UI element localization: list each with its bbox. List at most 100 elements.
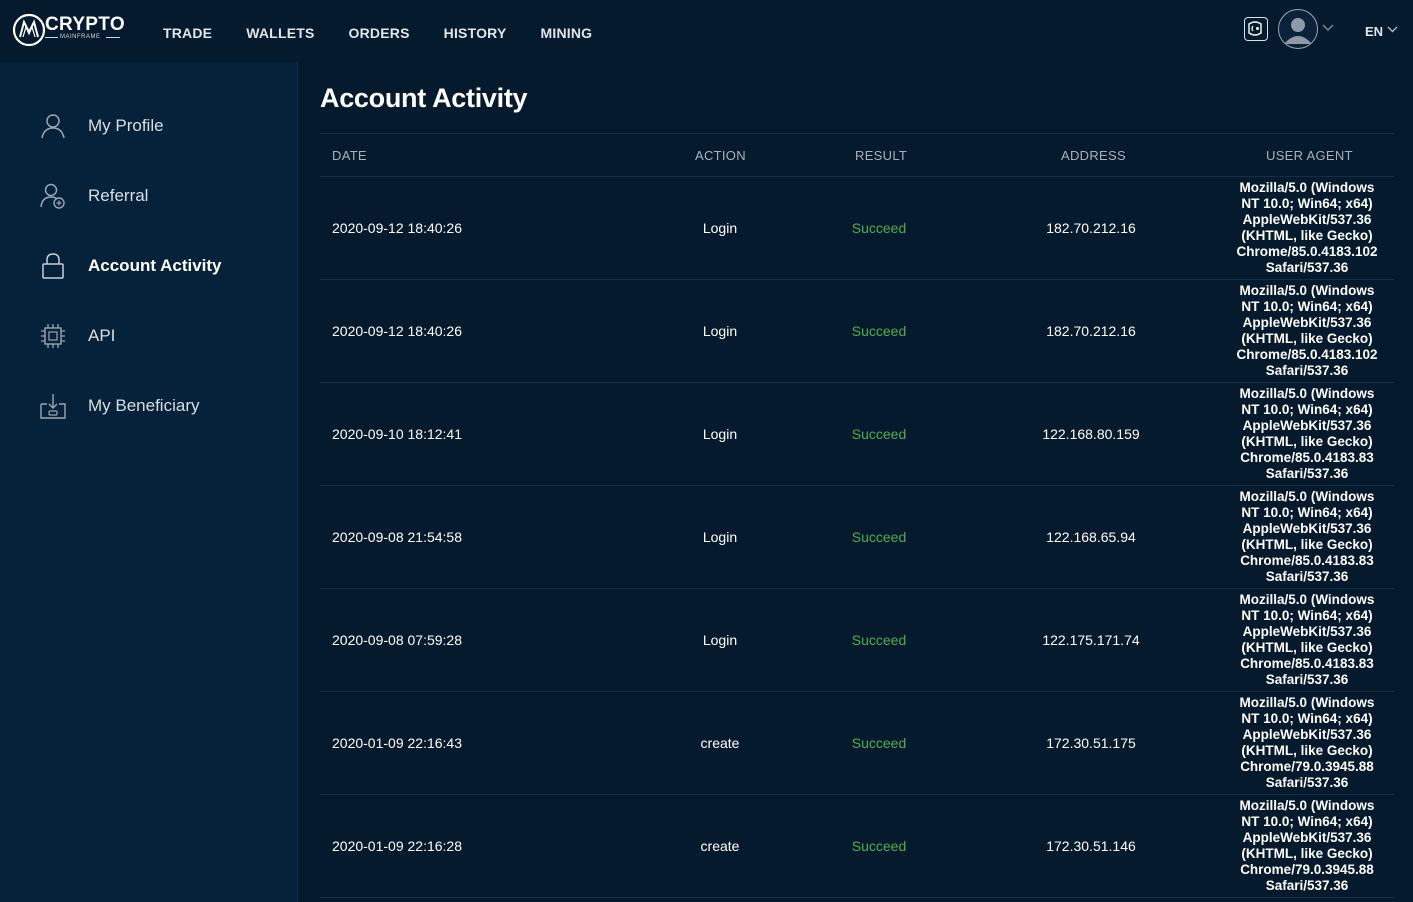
sidebar-item-my-beneficiary[interactable]: My Beneficiary xyxy=(0,381,297,431)
user-agent-line: NT 10.0; Win64; x64) xyxy=(1241,814,1373,829)
chevron-down-icon[interactable] xyxy=(1322,24,1334,32)
sidebar-item-label: My Beneficiary xyxy=(88,396,200,415)
action-cell: create xyxy=(700,838,740,854)
user-agent-line: Safari/537.36 xyxy=(1265,775,1349,790)
date-cell: 2020-09-08 07:59:28 xyxy=(332,632,462,648)
brand-name: CRYPTO xyxy=(45,14,125,35)
user-agent-line: NT 10.0; Win64; x64) xyxy=(1241,711,1373,726)
user-agent-line: Chrome/85.0.4183.102 xyxy=(1236,244,1378,259)
avatar[interactable] xyxy=(1278,9,1318,49)
table-row: 2020-09-12 18:40:26 Login Succeed 182.70… xyxy=(320,280,1394,383)
user-agent-line: AppleWebKit/537.36 xyxy=(1242,830,1372,845)
user-agent-line: AppleWebKit/537.36 xyxy=(1242,212,1372,227)
user-agent-line: Mozilla/5.0 (Windows xyxy=(1239,283,1375,298)
user-agent-line: Chrome/85.0.4183.83 xyxy=(1240,656,1374,671)
table-header: DATE ACTION RESULT ADDRESS USER AGENT xyxy=(320,134,1394,177)
user-agent-line: Safari/537.36 xyxy=(1265,363,1349,378)
sidebar-item-my-profile[interactable]: My Profile xyxy=(0,101,297,151)
table-row: 2020-01-09 22:16:43 create Succeed 172.3… xyxy=(320,692,1394,795)
date-cell: 2020-01-09 22:16:43 xyxy=(332,735,462,751)
header-controls: EN xyxy=(1233,0,1413,62)
user-agent-line: Chrome/85.0.4183.83 xyxy=(1240,450,1374,465)
top-bar: CRYPTO MAINFRAME TRADE WALLETS ORDERS HI… xyxy=(0,0,1413,62)
user-agent-line: (KHTML, like Gecko) xyxy=(1241,331,1373,346)
action-cell: create xyxy=(700,735,740,751)
add-user-icon xyxy=(40,183,65,209)
user-agent-line: Safari/537.36 xyxy=(1265,672,1349,687)
sidebar-item-api[interactable]: API xyxy=(0,311,297,361)
address-cell: 182.70.212.16 xyxy=(1046,220,1136,236)
user-agent-line: AppleWebKit/537.36 xyxy=(1242,315,1372,330)
nav-mining[interactable]: MINING xyxy=(541,25,593,41)
action-cell: Login xyxy=(702,529,738,545)
address-cell: 122.168.65.94 xyxy=(1046,529,1136,545)
user-agent-line: AppleWebKit/537.36 xyxy=(1242,624,1372,639)
result-cell: Succeed xyxy=(851,529,907,545)
user-agent-line: Mozilla/5.0 (Windows xyxy=(1239,180,1375,195)
wallet-button[interactable] xyxy=(1244,17,1268,41)
nav-wallets[interactable]: WALLETS xyxy=(246,25,314,41)
brand-divider-right xyxy=(106,37,120,38)
logo[interactable]: CRYPTO MAINFRAME xyxy=(12,10,125,50)
user-avatar-icon xyxy=(1284,18,1312,44)
date-cell: 2020-09-08 21:54:58 xyxy=(332,529,462,545)
user-agent-cell: Mozilla/5.0 (Windows NT 10.0; Win64; x64… xyxy=(1228,383,1386,485)
user-agent-cell: Mozilla/5.0 (Windows NT 10.0; Win64; x64… xyxy=(1228,589,1386,691)
language-selector[interactable]: EN xyxy=(1365,24,1383,39)
user-agent-cell: Mozilla/5.0 (Windows NT 10.0; Win64; x64… xyxy=(1228,692,1386,794)
nav-history[interactable]: HISTORY xyxy=(444,25,507,41)
user-agent-line: AppleWebKit/537.36 xyxy=(1242,521,1372,536)
date-cell: 2020-09-12 18:40:26 xyxy=(332,323,462,339)
user-agent-line: Mozilla/5.0 (Windows xyxy=(1239,798,1375,813)
sidebar-item-account-activity[interactable]: Account Activity xyxy=(0,241,297,291)
sidebar-item-label: My Profile xyxy=(88,116,164,135)
sidebar: My Profile Referral Account Activity API xyxy=(0,62,298,902)
lock-icon xyxy=(42,253,64,279)
user-agent-line: (KHTML, like Gecko) xyxy=(1241,537,1373,552)
table-row: 2020-09-12 18:40:26 Login Succeed 182.70… xyxy=(320,177,1394,280)
table-row: 2020-09-10 18:12:41 Login Succeed 122.16… xyxy=(320,383,1394,486)
user-agent-cell: Mozilla/5.0 (Windows NT 10.0; Win64; x64… xyxy=(1228,177,1386,279)
activity-table: DATE ACTION RESULT ADDRESS USER AGENT 20… xyxy=(320,133,1394,898)
user-agent-line: Chrome/79.0.3945.88 xyxy=(1240,759,1374,774)
user-agent-line: NT 10.0; Win64; x64) xyxy=(1241,196,1373,211)
table-row: 2020-09-08 07:59:28 Login Succeed 122.17… xyxy=(320,589,1394,692)
user-agent-line: (KHTML, like Gecko) xyxy=(1241,846,1373,861)
user-agent-line: (KHTML, like Gecko) xyxy=(1241,228,1373,243)
main-nav: TRADE WALLETS ORDERS HISTORY MINING xyxy=(163,25,626,41)
action-cell: Login xyxy=(702,220,738,236)
page-title: Account Activity xyxy=(320,83,528,113)
user-agent-line: Chrome/79.0.3945.88 xyxy=(1240,862,1374,877)
result-cell: Succeed xyxy=(851,632,907,648)
result-cell: Succeed xyxy=(851,735,907,751)
result-cell: Succeed xyxy=(851,838,907,854)
user-agent-line: Chrome/85.0.4183.83 xyxy=(1240,553,1374,568)
address-cell: 182.70.212.16 xyxy=(1046,323,1136,339)
user-agent-line: Mozilla/5.0 (Windows xyxy=(1239,592,1375,607)
table-row: 2020-09-08 21:54:58 Login Succeed 122.16… xyxy=(320,486,1394,589)
beneficiary-icon xyxy=(40,394,66,419)
user-agent-cell: Mozilla/5.0 (Windows NT 10.0; Win64; x64… xyxy=(1228,486,1386,588)
nav-orders[interactable]: ORDERS xyxy=(349,25,410,41)
nav-trade[interactable]: TRADE xyxy=(163,25,212,41)
date-cell: 2020-09-12 18:40:26 xyxy=(332,220,462,236)
chevron-down-icon[interactable] xyxy=(1387,26,1398,34)
user-agent-line: (KHTML, like Gecko) xyxy=(1241,434,1373,449)
address-cell: 172.30.51.175 xyxy=(1046,735,1136,751)
wallet-icon xyxy=(1248,21,1262,36)
column-header-user-agent: USER AGENT xyxy=(1266,148,1353,163)
action-cell: Login xyxy=(702,426,738,442)
user-agent-line: Safari/537.36 xyxy=(1265,569,1349,584)
address-cell: 122.175.171.74 xyxy=(1042,632,1140,648)
user-agent-line: (KHTML, like Gecko) xyxy=(1241,743,1373,758)
user-agent-line: Mozilla/5.0 (Windows xyxy=(1239,386,1375,401)
address-cell: 172.30.51.146 xyxy=(1046,838,1136,854)
action-cell: Login xyxy=(702,323,738,339)
sidebar-item-referral[interactable]: Referral xyxy=(0,171,297,221)
user-agent-line: Safari/537.36 xyxy=(1265,260,1349,275)
brand-divider-left xyxy=(45,37,58,38)
user-agent-line: (KHTML, like Gecko) xyxy=(1241,640,1373,655)
sidebar-item-label: API xyxy=(88,326,116,345)
result-cell: Succeed xyxy=(851,323,907,339)
user-agent-line: AppleWebKit/537.36 xyxy=(1242,727,1372,742)
